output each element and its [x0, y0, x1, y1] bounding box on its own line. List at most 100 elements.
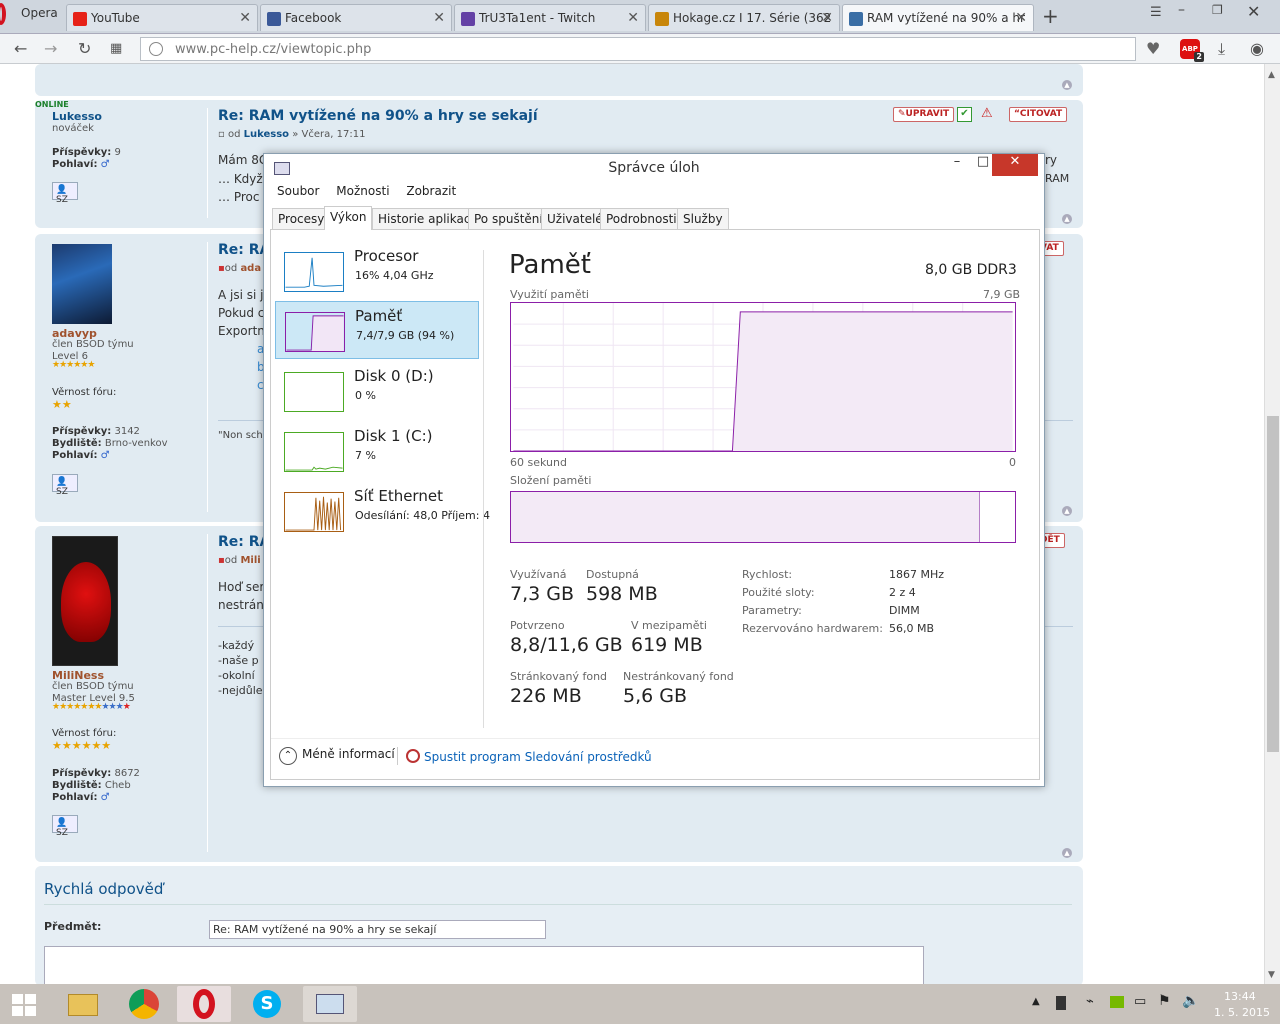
- scroll-up-icon[interactable]: ▲: [1268, 70, 1275, 80]
- stat-key: Pohlaví:: [52, 450, 98, 461]
- tab-label: Procesy: [278, 212, 325, 226]
- gender-icon: ♂: [100, 792, 110, 803]
- stat-key: Příspěvky:: [52, 147, 112, 158]
- meta-user[interactable]: ada: [240, 263, 261, 274]
- meta-user[interactable]: Lukesso: [244, 129, 289, 140]
- maximize-icon[interactable]: ❐: [1212, 3, 1223, 17]
- stat-key: Pohlaví:: [52, 159, 98, 170]
- tray-nvidia-icon[interactable]: [1110, 996, 1124, 1008]
- menu-soubor[interactable]: Soubor: [277, 184, 319, 198]
- tray-chevron-icon[interactable]: ▲: [1032, 996, 1040, 1007]
- tab-vykon[interactable]: Výkon: [324, 206, 373, 231]
- page-scrollbar[interactable]: ▲ ▼: [1264, 64, 1280, 984]
- post-meta: ▫ od Lukesso » Včera, 17:11: [218, 129, 365, 140]
- pm-button[interactable]: 👤SZ: [52, 815, 78, 838]
- tray-device-icon[interactable]: [1056, 996, 1066, 1010]
- menu-zobrazit[interactable]: Zobrazit: [406, 184, 456, 198]
- scroll-top-icon[interactable]: ▲: [1062, 80, 1072, 90]
- tab-sluzby[interactable]: Služby: [677, 208, 729, 230]
- scroll-down-icon[interactable]: ▼: [1268, 970, 1275, 980]
- window-close-icon[interactable]: ✕: [1247, 2, 1260, 21]
- clock-date[interactable]: 1. 5. 2015: [1214, 1006, 1270, 1019]
- post-text: Exportn: [218, 324, 265, 338]
- explorer-taskbar-icon[interactable]: [56, 986, 110, 1022]
- adblock-icon[interactable]: ABP 2: [1180, 39, 1204, 62]
- close-icon[interactable]: ✕: [821, 10, 833, 26]
- resource-ethernet[interactable]: Síť Ethernet Odesílání: 48,0 Příjem: 4: [275, 482, 490, 540]
- minimize-icon[interactable]: –: [1178, 2, 1185, 18]
- tray-network-icon[interactable]: ⌁: [1086, 994, 1094, 1009]
- tab-menu-icon[interactable]: ☰: [1150, 5, 1162, 20]
- cpu-sparkline: [284, 252, 344, 292]
- reload-icon[interactable]: ↻: [78, 39, 91, 58]
- pm-button[interactable]: 👤SZ: [52, 182, 78, 205]
- user-icon: 👤: [56, 818, 68, 828]
- tab-uzivatele[interactable]: Uživatelé: [541, 208, 609, 230]
- clock-time[interactable]: 13:44: [1224, 990, 1256, 1003]
- close-icon[interactable]: ✕: [239, 10, 251, 26]
- quote-button[interactable]: “CITOVAT: [1009, 107, 1068, 122]
- less-info-button[interactable]: ⌃ Méně informací: [279, 747, 395, 765]
- stat-cached-value: 619 MB: [631, 634, 703, 656]
- chrome-taskbar-icon[interactable]: [117, 986, 171, 1022]
- detail-value: DIMM: [889, 604, 920, 617]
- resource-procesor[interactable]: Procesor 16% 4,04 GHz: [275, 242, 479, 300]
- tab-ram-topic[interactable]: RAM vytížené na 90% a hr ✕: [842, 4, 1034, 31]
- download-icon[interactable]: ⤓: [1218, 39, 1225, 59]
- back-icon[interactable]: ←: [14, 39, 27, 58]
- start-button[interactable]: [10, 990, 38, 1018]
- pm-button[interactable]: 👤SZ: [52, 474, 78, 497]
- scroll-top-icon[interactable]: ▲: [1062, 214, 1072, 224]
- tab-hokage[interactable]: Hokage.cz I 17. Série (362 ✕: [648, 4, 840, 31]
- menu-moznosti[interactable]: Možnosti: [336, 184, 389, 198]
- tm-titlebar[interactable]: Správce úloh – □ ✕: [264, 154, 1044, 184]
- opera-taskbar-icon[interactable]: [177, 986, 231, 1022]
- twitch-icon: [461, 12, 475, 26]
- edit-button[interactable]: ✎UPRAVIT: [893, 107, 955, 122]
- message-textarea[interactable]: [44, 946, 924, 984]
- tab-podrobnosti[interactable]: Podrobnosti: [600, 208, 683, 230]
- tab-twitch[interactable]: TrU3Ta1ent - Twitch ✕: [454, 4, 646, 31]
- resource-disk1[interactable]: Disk 1 (C:) 7 %: [275, 422, 479, 480]
- taskmanager-taskbar-icon[interactable]: [303, 986, 357, 1022]
- scroll-thumb[interactable]: [1267, 416, 1279, 752]
- tab-procesy[interactable]: Procesy: [272, 208, 331, 230]
- close-icon[interactable]: ✕: [433, 10, 445, 26]
- heart-icon[interactable]: ♥: [1146, 39, 1160, 58]
- tray-volume-icon[interactable]: 🔈: [1182, 993, 1199, 1009]
- tab-po-spusteni[interactable]: Po spuštění: [468, 208, 549, 230]
- tm-minimize-icon[interactable]: –: [946, 154, 968, 176]
- avatar[interactable]: [52, 244, 112, 324]
- forward-icon[interactable]: →: [44, 39, 57, 58]
- close-icon[interactable]: ✕: [627, 10, 639, 26]
- new-tab-button[interactable]: +: [1042, 4, 1059, 28]
- post-text: … Proc: [218, 190, 260, 204]
- resource-disk0[interactable]: Disk 0 (D:) 0 %: [275, 362, 479, 420]
- report-icon[interactable]: ⚠: [981, 106, 993, 121]
- heading-underline: [44, 904, 1072, 905]
- approve-icon[interactable]: ✔: [957, 107, 972, 122]
- scroll-top-icon[interactable]: ▲: [1062, 506, 1072, 516]
- tm-close-icon[interactable]: ✕: [992, 154, 1038, 176]
- url-field[interactable]: www.pc-help.cz/viewtopic.php: [140, 37, 1136, 61]
- post-author[interactable]: Lukesso: [52, 110, 102, 123]
- opera-menu-button[interactable]: Opera: [0, 0, 62, 34]
- speed-dial-icon[interactable]: ▦: [110, 41, 122, 56]
- tm-maximize-icon[interactable]: □: [972, 154, 994, 176]
- tray-monitor-icon[interactable]: ▭: [1134, 994, 1146, 1009]
- tab-facebook[interactable]: Facebook ✕: [260, 4, 452, 31]
- skype-taskbar-icon[interactable]: S: [240, 986, 294, 1022]
- account-icon[interactable]: ◉: [1250, 39, 1264, 58]
- avatar[interactable]: [52, 536, 118, 666]
- scroll-top-icon[interactable]: ▲: [1062, 848, 1072, 858]
- close-icon[interactable]: ✕: [1015, 10, 1027, 26]
- tab-historie[interactable]: Historie aplikací: [372, 208, 480, 230]
- monitor-icon: [849, 12, 863, 26]
- subject-input[interactable]: Re: RAM vytížené na 90% a hry se sekají: [209, 920, 546, 939]
- tray-flag-icon[interactable]: ⚑: [1158, 993, 1171, 1009]
- meta-user[interactable]: Mili: [240, 555, 260, 566]
- post-title[interactable]: Re: RAM vytížené na 90% a hry se sekají: [218, 108, 538, 124]
- tab-youtube[interactable]: YouTube ✕: [66, 4, 258, 31]
- resource-monitor-link[interactable]: Spustit program Sledování prostředků: [406, 749, 652, 764]
- resource-pamet[interactable]: Paměť 7,4/7,9 GB (94 %): [275, 301, 479, 359]
